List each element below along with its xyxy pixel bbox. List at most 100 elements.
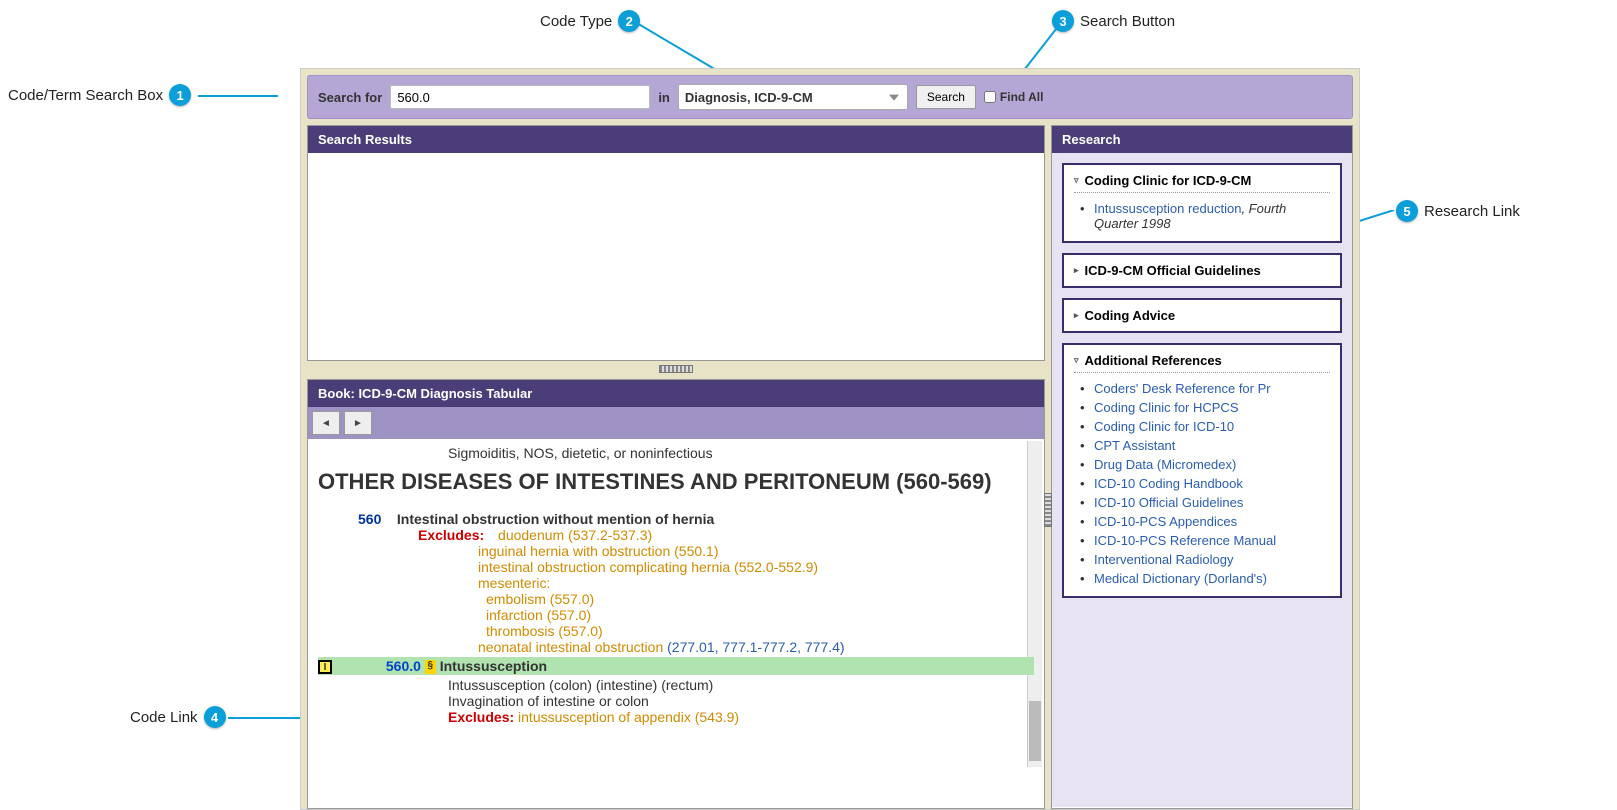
exclude-4: mesenteric:: [478, 575, 1034, 591]
research-header: Research: [1052, 126, 1352, 153]
ref-item: Medical Dictionary (Dorland's): [1086, 569, 1330, 588]
ref-link[interactable]: Medical Dictionary (Dorland's): [1094, 571, 1267, 586]
find-all-option[interactable]: Find All: [984, 90, 1044, 104]
content-area: Search Results Book: ICD-9-CM Diagnosis …: [307, 125, 1353, 809]
code-560.0-title: Intussusception: [440, 658, 547, 674]
book-toolbar: ◄ ►: [308, 407, 1044, 439]
code-560-num[interactable]: 560: [358, 511, 381, 527]
ref-link[interactable]: Coding Clinic for ICD-10: [1094, 419, 1234, 434]
exclude-3[interactable]: intestinal obstruction complicating hern…: [478, 559, 1034, 575]
sub-desc-2: Invagination of intestine or colon: [448, 693, 1034, 709]
expand-icon: ▿: [1074, 355, 1079, 366]
find-all-label: Find All: [1000, 90, 1044, 104]
ref-item: Drug Data (Micromedex): [1086, 455, 1330, 474]
exclude-1[interactable]: duodenum (537.2-537.3): [498, 527, 652, 543]
search-results-body: [308, 153, 1044, 360]
collapse-icon: ▸: [1074, 265, 1079, 276]
exclude-4c[interactable]: thrombosis (557.0): [486, 623, 1034, 639]
research-panel: Research ▿ Coding Clinic for ICD-9-CM In…: [1051, 125, 1353, 809]
ref-link[interactable]: ICD-10 Official Guidelines: [1094, 495, 1243, 510]
ref-item: ICD-10 Official Guidelines: [1086, 493, 1330, 512]
search-input[interactable]: [390, 85, 650, 109]
vertical-splitter[interactable]: [1044, 493, 1052, 527]
code-560.0-link[interactable]: 560.0: [386, 658, 421, 674]
coding-clinic-title[interactable]: ▿ Coding Clinic for ICD-9-CM: [1074, 173, 1330, 193]
exclude-4b[interactable]: infarction (557.0): [486, 607, 1034, 623]
ref-item: ICD-10 Coding Handbook: [1086, 474, 1330, 493]
exclude-4a[interactable]: embolism (557.0): [486, 591, 1034, 607]
in-label: in: [658, 90, 670, 105]
coding-advice-box[interactable]: ▸ Coding Advice: [1062, 298, 1342, 333]
code-flag-icon: §: [425, 660, 436, 674]
callout-1-num: 1: [169, 84, 191, 106]
additional-refs-box: ▿ Additional References Coders' Desk Ref…: [1062, 343, 1342, 598]
nav-back-button[interactable]: ◄: [312, 411, 340, 435]
find-all-checkbox[interactable]: [984, 91, 996, 103]
callout-4: Code Link 4: [130, 706, 226, 728]
callout-2: Code Type 2: [540, 10, 640, 32]
fragment-top: Sigmoiditis, NOS, dietetic, or noninfect…: [448, 445, 1034, 461]
callout-5-label: Research Link: [1424, 203, 1520, 220]
ref-item: Coding Clinic for HCPCS: [1086, 398, 1330, 417]
app-frame: Search for in Diagnosis, ICD-9-CM Search…: [300, 68, 1360, 810]
ref-link[interactable]: ICD-10-PCS Appendices: [1094, 514, 1237, 529]
search-results-panel: Search Results: [307, 125, 1045, 361]
ref-item: Interventional Radiology: [1086, 550, 1330, 569]
refs-list: Coders' Desk Reference for Pr Coding Clin…: [1074, 373, 1330, 588]
callout-2-label: Code Type: [540, 13, 612, 30]
ref-link[interactable]: ICD-10-PCS Reference Manual: [1094, 533, 1276, 548]
research-link[interactable]: Intussusception reduction: [1094, 201, 1241, 216]
ref-link[interactable]: Coding Clinic for HCPCS: [1094, 400, 1239, 415]
research-body: ▿ Coding Clinic for ICD-9-CM Intussuscep…: [1052, 153, 1352, 807]
right-column: Research ▿ Coding Clinic for ICD-9-CM In…: [1051, 125, 1353, 809]
scrollbar[interactable]: [1027, 441, 1042, 767]
search-button[interactable]: Search: [916, 85, 976, 109]
ref-link[interactable]: ICD-10 Coding Handbook: [1094, 476, 1243, 491]
search-for-label: Search for: [318, 90, 382, 105]
callout-2-num: 2: [618, 10, 640, 32]
callout-5-num: 5: [1396, 200, 1418, 222]
search-bar: Search for in Diagnosis, ICD-9-CM Search…: [307, 75, 1353, 119]
additional-refs-title[interactable]: ▿ Additional References: [1074, 353, 1330, 373]
ref-link[interactable]: Coders' Desk Reference for Pr: [1094, 381, 1271, 396]
callout-3-num: 3: [1052, 10, 1074, 32]
section-heading: OTHER DISEASES OF INTESTINES AND PERITON…: [318, 469, 1034, 495]
excludes-2-text[interactable]: intussusception of appendix (543.9): [518, 709, 739, 725]
ref-link[interactable]: Interventional Radiology: [1094, 552, 1233, 567]
code-indicator-icon: I: [318, 660, 332, 674]
callout-3-label: Search Button: [1080, 13, 1175, 30]
ref-item: Coders' Desk Reference for Pr: [1086, 379, 1330, 398]
exclude-5[interactable]: neonatal intestinal obstruction (277.01,…: [478, 639, 1034, 655]
excludes-label: Excludes:: [418, 527, 484, 543]
callout-4-num: 4: [204, 706, 226, 728]
ref-item: ICD-10-PCS Reference Manual: [1086, 531, 1330, 550]
code-type-value: Diagnosis, ICD-9-CM: [685, 90, 813, 105]
advice-label: Coding Advice: [1085, 308, 1176, 323]
book-panel: Book: ICD-9-CM Diagnosis Tabular ◄ ► Sig…: [307, 379, 1045, 809]
callout-5: 5 Research Link: [1396, 200, 1520, 222]
callout-1-label: Code/Term Search Box: [8, 87, 163, 104]
ref-item: ICD-10-PCS Appendices: [1086, 512, 1330, 531]
callout-4-label: Code Link: [130, 709, 198, 726]
coding-clinic-box: ▿ Coding Clinic for ICD-9-CM Intussuscep…: [1062, 163, 1342, 243]
ref-link[interactable]: Drug Data (Micromedex): [1094, 457, 1236, 472]
left-column: Search Results Book: ICD-9-CM Diagnosis …: [307, 125, 1045, 809]
book-content[interactable]: Sigmoiditis, NOS, dietetic, or noninfect…: [308, 439, 1044, 769]
code-type-select[interactable]: Diagnosis, ICD-9-CM: [678, 84, 908, 110]
guidelines-label: ICD-9-CM Official Guidelines: [1085, 263, 1261, 278]
excludes-2-label: Excludes:: [448, 709, 514, 725]
guidelines-box[interactable]: ▸ ICD-9-CM Official Guidelines: [1062, 253, 1342, 288]
ref-item: Coding Clinic for ICD-10: [1086, 417, 1330, 436]
callout-1: Code/Term Search Box 1: [8, 84, 191, 106]
book-header: Book: ICD-9-CM Diagnosis Tabular: [308, 380, 1044, 407]
code-560-line: 560 Intestinal obstruction without menti…: [358, 511, 1034, 527]
sub-desc-1: Intussusception (colon) (intestine) (rec…: [448, 677, 1034, 693]
code-560.0-row[interactable]: I 560.0 § Intussusception: [318, 657, 1034, 675]
research-link-item: Intussusception reduction, Fourth Quarte…: [1086, 199, 1330, 233]
callout-3: 3 Search Button: [1052, 10, 1175, 32]
search-results-header: Search Results: [308, 126, 1044, 153]
exclude-2[interactable]: inguinal hernia with obstruction (550.1): [478, 543, 1034, 559]
horizontal-splitter[interactable]: [307, 365, 1045, 375]
nav-forward-button[interactable]: ►: [344, 411, 372, 435]
ref-link[interactable]: CPT Assistant: [1094, 438, 1175, 453]
